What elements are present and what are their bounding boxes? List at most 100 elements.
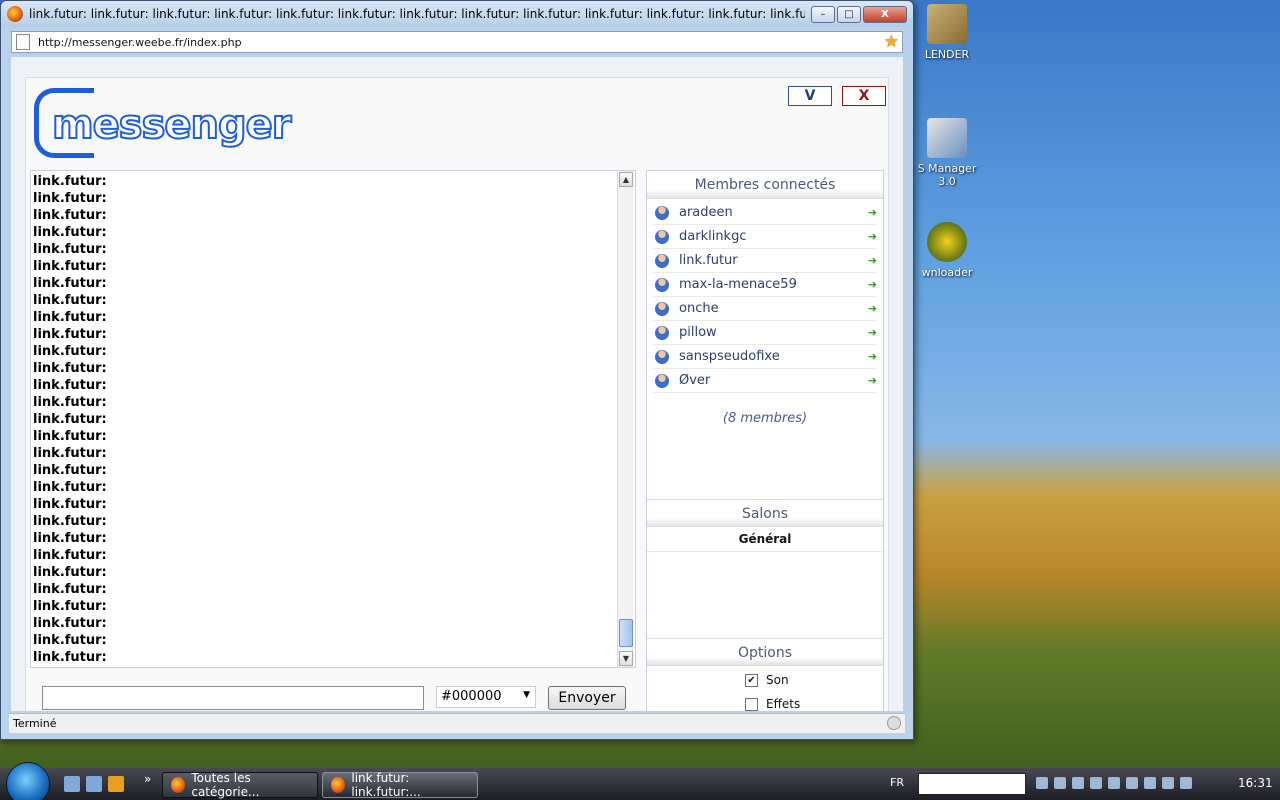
member-name[interactable]: darklinkgc	[679, 229, 868, 244]
show-desktop-icon[interactable]	[64, 776, 80, 792]
volume-icon[interactable]	[1180, 777, 1192, 789]
start-button[interactable]	[6, 762, 50, 800]
member-item[interactable]: aradeen ➜	[653, 201, 877, 225]
close-button[interactable]: X	[863, 5, 907, 23]
desktop-icon-label: wnloader	[921, 266, 973, 279]
arrow-right-icon[interactable]: ➜	[868, 350, 877, 363]
option-son[interactable]: ✔ Son	[647, 670, 883, 690]
clock[interactable]: 16:31	[1238, 776, 1273, 790]
member-name[interactable]: pillow	[679, 325, 868, 340]
download-icon	[927, 222, 967, 262]
tray-icon[interactable]	[1108, 777, 1120, 789]
quick-launch-chevron[interactable]: »	[144, 772, 151, 786]
v-button[interactable]: V	[788, 86, 832, 106]
chat-line: link.futur:	[33, 310, 107, 325]
language-indicator[interactable]: FR	[890, 776, 904, 789]
color-select[interactable]: #000000 ▼	[436, 686, 536, 708]
tray-icon[interactable]	[1072, 777, 1084, 789]
task-button-messenger[interactable]: link.futur: link.futur:...	[322, 771, 478, 799]
taskbar: » Toutes les catégorie... link.futur: li…	[0, 762, 1280, 800]
chevron-down-icon: ▼	[523, 690, 530, 700]
maximize-button[interactable]: □	[837, 5, 861, 23]
son-checkbox[interactable]: ✔	[745, 673, 758, 687]
bookmark-star-icon[interactable]: ★	[884, 32, 899, 52]
salon-item-general[interactable]: Général	[647, 527, 883, 552]
user-icon	[655, 253, 669, 268]
member-name[interactable]: sanspseudofixe	[679, 349, 868, 364]
member-name[interactable]: max-la-menace59	[679, 277, 868, 292]
chat-line: link.futur:	[33, 480, 107, 495]
chat-line: link.futur:	[33, 191, 107, 206]
messenger-app: messenger V X link.futur: link.futur: link…	[25, 77, 889, 711]
minimize-button[interactable]: –	[811, 5, 835, 23]
members-list: aradeen ➜ darklinkgc ➜ link.futur ➜ max-la-men…	[647, 199, 883, 393]
taskbar-search[interactable]	[918, 773, 1026, 795]
desktop-icon-downloader[interactable]: wnloader	[912, 222, 982, 279]
desktop-icon-manager[interactable]: S Manager 3.0	[912, 118, 982, 188]
arrow-right-icon[interactable]: ➜	[868, 278, 877, 291]
scroll-thumb[interactable]	[619, 619, 633, 647]
tray-icon[interactable]	[1162, 777, 1174, 789]
chat-line: link.futur:	[33, 446, 107, 461]
chat-scrollbar[interactable]: ▲ ▼	[617, 171, 633, 667]
desktop-icon-lender[interactable]: LENDER	[912, 4, 982, 61]
chat-line: link.futur:	[33, 531, 107, 546]
scroll-down-button[interactable]: ▼	[619, 651, 633, 666]
member-item[interactable]: Øver ➜	[653, 369, 877, 393]
arrow-right-icon[interactable]: ➜	[868, 206, 877, 219]
member-item[interactable]: sanspseudofixe ➜	[653, 345, 877, 369]
member-name[interactable]: link.futur	[679, 253, 868, 268]
chat-log[interactable]: link.futur: link.futur: link.futur: link.fu…	[30, 170, 636, 668]
message-input[interactable]	[42, 686, 424, 710]
folder-icon	[927, 4, 967, 44]
tray-icon[interactable]	[1126, 777, 1138, 789]
quick-launch	[64, 776, 124, 792]
option-effets[interactable]: Effets	[647, 694, 883, 711]
tray-icon[interactable]	[1090, 777, 1102, 789]
arrow-right-icon[interactable]: ➜	[868, 254, 877, 267]
member-item[interactable]: max-la-menace59 ➜	[653, 273, 877, 297]
arrow-right-icon[interactable]: ➜	[868, 374, 877, 387]
effets-checkbox[interactable]	[745, 697, 758, 711]
desktop-icon-label: LENDER	[924, 48, 970, 61]
media-player-icon[interactable]	[108, 776, 124, 792]
member-item[interactable]: onche ➜	[653, 297, 877, 321]
scroll-up-button[interactable]: ▲	[619, 172, 633, 187]
page-icon	[16, 34, 30, 50]
member-name[interactable]: aradeen	[679, 205, 868, 220]
chat-line: link.futur:	[33, 429, 107, 444]
switch-windows-icon[interactable]	[86, 776, 102, 792]
members-title: Membres connectés	[647, 171, 883, 199]
page-content: messenger V X link.futur: link.futur: link…	[11, 57, 903, 711]
app-icon	[927, 118, 967, 158]
chat-line: link.futur:	[33, 225, 107, 240]
url-text[interactable]: http://messenger.weebe.fr/index.php	[38, 36, 884, 49]
tray-icon[interactable]	[1036, 777, 1048, 789]
user-icon	[655, 301, 669, 316]
tray-icon[interactable]	[1054, 777, 1066, 789]
sidebar: Membres connectés aradeen ➜ darklinkgc ➜ lin…	[646, 170, 884, 711]
chat-line: link.futur:	[33, 361, 107, 376]
message-composer: #000000 ▼ Envoyer	[30, 676, 636, 711]
task-button-categories[interactable]: Toutes les catégorie...	[162, 771, 318, 799]
member-name[interactable]: onche	[679, 301, 868, 316]
task-label: Toutes les catégorie...	[191, 771, 260, 799]
tray-icon[interactable]	[1144, 777, 1156, 789]
chat-line: link.futur:	[33, 327, 107, 342]
x-button[interactable]: X	[842, 86, 886, 106]
address-bar[interactable]: http://messenger.weebe.fr/index.php ★	[11, 31, 903, 53]
member-name[interactable]: Øver	[679, 373, 868, 388]
arrow-right-icon[interactable]: ➜	[868, 326, 877, 339]
arrow-right-icon[interactable]: ➜	[868, 302, 877, 315]
send-button[interactable]: Envoyer	[548, 686, 626, 710]
chat-line: link.futur:	[33, 463, 107, 478]
logo-text: messenger	[51, 101, 293, 149]
chat-lines: link.futur: link.futur: link.futur: link.fu…	[31, 171, 635, 666]
window-titlebar[interactable]: link.futur: link.futur: link.futur: link…	[1, 1, 913, 27]
member-item[interactable]: pillow ➜	[653, 321, 877, 345]
member-item[interactable]: darklinkgc ➜	[653, 225, 877, 249]
arrow-right-icon[interactable]: ➜	[868, 230, 877, 243]
chat-line: link.futur:	[33, 276, 107, 291]
member-item[interactable]: link.futur ➜	[653, 249, 877, 273]
user-icon	[655, 325, 669, 340]
